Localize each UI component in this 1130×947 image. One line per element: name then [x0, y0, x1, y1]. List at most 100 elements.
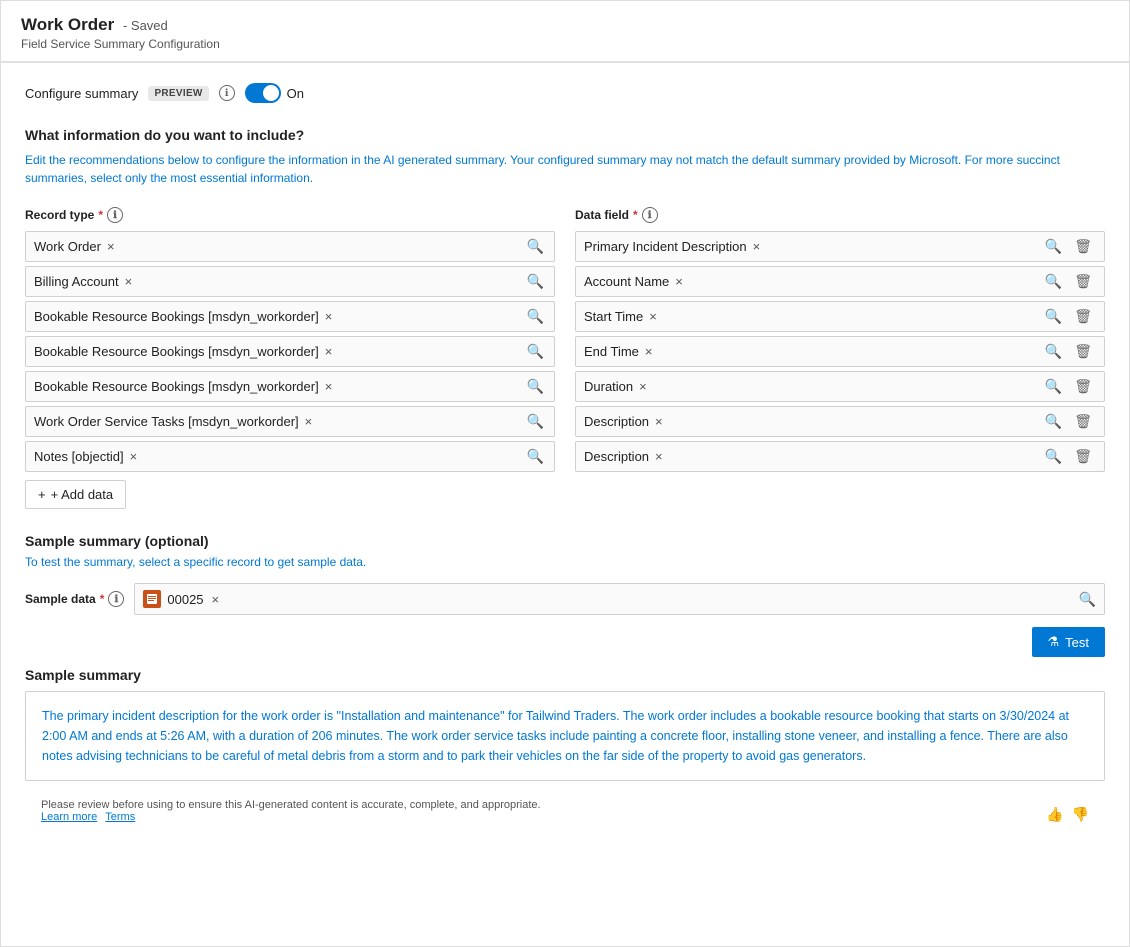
- sample-data-label-text: Sample data: [25, 592, 96, 606]
- sample-section-title: Sample summary (optional): [25, 533, 1105, 549]
- data-field-value: Primary Incident Description: [584, 239, 747, 254]
- data-field-delete-icon[interactable]: 🗑: [1070, 308, 1096, 325]
- page-subtitle: Field Service Summary Configuration: [21, 37, 1109, 51]
- data-field-remove[interactable]: ×: [655, 414, 663, 429]
- test-button[interactable]: ⚗ Test: [1032, 627, 1106, 657]
- toggle-label: On: [287, 86, 304, 101]
- flask-icon: ⚗: [1048, 634, 1060, 650]
- data-field-info-icon[interactable]: ℹ: [642, 207, 658, 223]
- footer-links: Learn more Terms: [41, 811, 541, 823]
- data-field-delete-icon[interactable]: 🗑: [1070, 448, 1096, 465]
- data-field-delete-icon[interactable]: 🗑: [1070, 413, 1096, 430]
- record-icon: [143, 590, 161, 608]
- add-data-button[interactable]: + + Add data: [25, 480, 126, 509]
- sample-section: Sample summary (optional) To test the su…: [25, 533, 1105, 831]
- data-field-search-icon[interactable]: 🔍: [1043, 413, 1064, 430]
- data-field-search-icon[interactable]: 🔍: [1043, 378, 1064, 395]
- data-field-column: Data field * ℹ Primary Incident Descript…: [575, 207, 1105, 509]
- configure-summary-label: Configure summary: [25, 86, 138, 101]
- record-type-remove[interactable]: ×: [325, 379, 333, 394]
- data-field-row: Primary Incident Description × 🔍 🗑: [575, 231, 1105, 262]
- data-field-row: Description × 🔍 🗑: [575, 406, 1105, 437]
- record-type-search-icon[interactable]: 🔍: [525, 413, 546, 430]
- data-field-row: Duration × 🔍 🗑: [575, 371, 1105, 402]
- what-section-desc: Edit the recommendations below to config…: [25, 151, 1075, 187]
- test-btn-label: Test: [1065, 635, 1089, 650]
- record-type-search-icon[interactable]: 🔍: [525, 273, 546, 290]
- data-field-remove[interactable]: ×: [753, 239, 761, 254]
- learn-more-link[interactable]: Learn more: [41, 811, 97, 823]
- data-field-search-icon[interactable]: 🔍: [1043, 448, 1064, 465]
- record-type-remove[interactable]: ×: [130, 449, 138, 464]
- preview-badge: PREVIEW: [148, 86, 208, 101]
- data-field-header: Data field * ℹ: [575, 207, 1105, 223]
- terms-link[interactable]: Terms: [105, 811, 135, 823]
- sample-record-remove[interactable]: ×: [212, 592, 220, 607]
- sample-section-desc: To test the summary, select a specific r…: [25, 555, 1105, 569]
- record-type-search-icon[interactable]: 🔍: [525, 238, 546, 255]
- data-field-remove[interactable]: ×: [655, 449, 663, 464]
- data-field-value: Duration: [584, 379, 633, 394]
- record-type-search-icon[interactable]: 🔍: [525, 448, 546, 465]
- data-field-search-icon[interactable]: 🔍: [1043, 273, 1064, 290]
- record-type-value: Bookable Resource Bookings [msdyn_workor…: [34, 379, 319, 394]
- add-data-label: + Add data: [51, 487, 114, 502]
- data-field-value: Description: [584, 449, 649, 464]
- what-section-title: What information do you want to include?: [25, 127, 1105, 143]
- data-field-remove[interactable]: ×: [639, 379, 647, 394]
- record-type-row: Bookable Resource Bookings [msdyn_workor…: [25, 301, 555, 332]
- data-field-search-icon[interactable]: 🔍: [1043, 343, 1064, 360]
- record-type-remove[interactable]: ×: [325, 344, 333, 359]
- record-type-remove[interactable]: ×: [107, 239, 115, 254]
- configure-info-icon[interactable]: ℹ: [219, 85, 235, 101]
- data-field-delete-icon[interactable]: 🗑: [1070, 238, 1096, 255]
- what-desc-text: Edit the recommendations below to config…: [25, 153, 1060, 185]
- data-field-row: Account Name × 🔍 🗑: [575, 266, 1105, 297]
- data-field-value: Account Name: [584, 274, 669, 289]
- record-type-search-icon[interactable]: 🔍: [525, 378, 546, 395]
- record-type-row: Billing Account × 🔍: [25, 266, 555, 297]
- data-field-search-icon[interactable]: 🔍: [1043, 238, 1064, 255]
- summary-toggle[interactable]: [245, 83, 281, 103]
- page-title: Work Order - Saved: [21, 15, 1109, 35]
- work-order-title: Work Order: [21, 15, 114, 34]
- data-field-row: End Time × 🔍 🗑: [575, 336, 1105, 367]
- sample-summary-label: Sample summary: [25, 667, 1105, 683]
- data-field-remove[interactable]: ×: [649, 309, 657, 324]
- record-type-remove[interactable]: ×: [325, 309, 333, 324]
- record-type-value: Work Order: [34, 239, 101, 254]
- record-type-remove[interactable]: ×: [125, 274, 133, 289]
- data-field-delete-icon[interactable]: 🗑: [1070, 378, 1096, 395]
- configure-summary-row: Configure summary PREVIEW ℹ On: [25, 83, 1105, 103]
- sample-data-required: *: [100, 592, 105, 606]
- record-type-value: Bookable Resource Bookings [msdyn_workor…: [34, 344, 319, 359]
- data-field-remove[interactable]: ×: [645, 344, 653, 359]
- record-type-remove[interactable]: ×: [305, 414, 313, 429]
- record-type-search-icon[interactable]: 🔍: [525, 308, 546, 325]
- record-type-search-icon[interactable]: 🔍: [525, 343, 546, 360]
- sample-data-field[interactable]: 00025 × 🔍: [134, 583, 1105, 615]
- data-field-required: *: [633, 208, 638, 222]
- record-type-value: Notes [objectid]: [34, 449, 124, 464]
- sample-data-row: Sample data * ℹ 00025 × 🔍: [25, 583, 1105, 615]
- toggle-container[interactable]: On: [245, 83, 304, 103]
- record-type-value: Billing Account: [34, 274, 119, 289]
- data-field-value: End Time: [584, 344, 639, 359]
- record-type-header: Record type * ℹ: [25, 207, 555, 223]
- feedback-icons: 👍 👎: [1046, 806, 1089, 823]
- data-field-label: Data field: [575, 208, 629, 222]
- data-field-delete-icon[interactable]: 🗑: [1070, 343, 1096, 360]
- data-field-remove[interactable]: ×: [675, 274, 683, 289]
- thumbup-icon[interactable]: 👍: [1046, 806, 1063, 823]
- record-type-required: *: [98, 208, 103, 222]
- data-field-search-icon[interactable]: 🔍: [1043, 308, 1064, 325]
- footer-note: Please review before using to ensure thi…: [25, 791, 1105, 831]
- record-type-info-icon[interactable]: ℹ: [107, 207, 123, 223]
- data-field-value: Description: [584, 414, 649, 429]
- data-field-delete-icon[interactable]: 🗑: [1070, 273, 1096, 290]
- sample-search-icon[interactable]: 🔍: [1079, 591, 1096, 608]
- thumbdown-icon[interactable]: 👎: [1072, 806, 1089, 823]
- sample-data-info-icon[interactable]: ℹ: [108, 591, 124, 607]
- sample-summary-box: The primary incident description for the…: [25, 691, 1105, 781]
- add-icon: +: [38, 487, 46, 502]
